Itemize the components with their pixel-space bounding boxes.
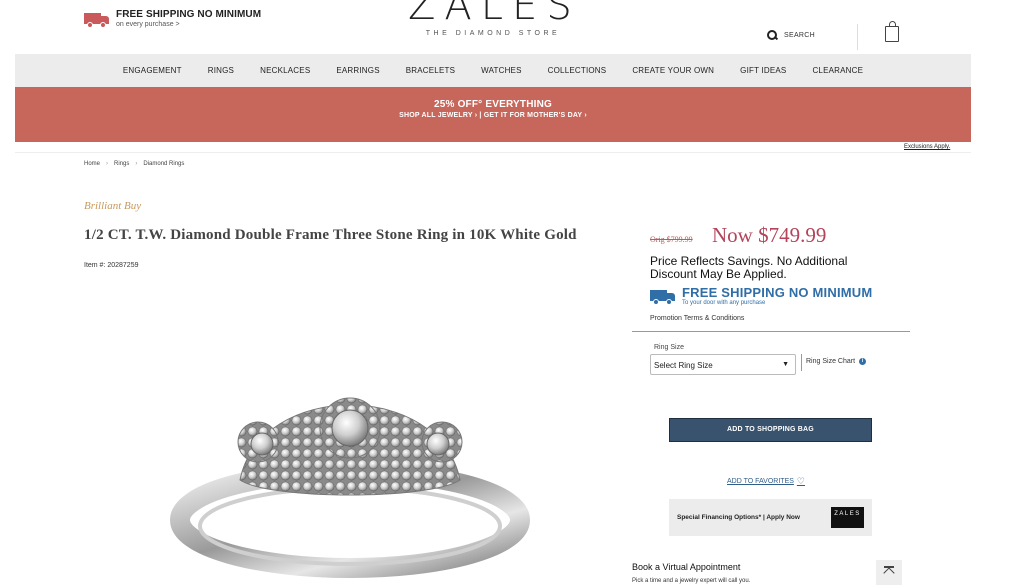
truck-icon bbox=[84, 11, 110, 28]
breadcrumb-separator: › bbox=[135, 161, 138, 167]
financing-text[interactable]: Special Financing Options* | Apply Now bbox=[677, 514, 800, 521]
site-logo[interactable]: ZALES THE DIAMOND STORE bbox=[408, 0, 578, 37]
nav-item-necklaces[interactable]: NECKLACES bbox=[260, 66, 310, 75]
ring-size-chart-label: Ring Size Chart bbox=[806, 358, 856, 365]
financing-card-logo: ZALES bbox=[831, 507, 864, 528]
nav-item-bracelets[interactable]: BRACELETS bbox=[406, 66, 455, 75]
breadcrumb-separator: › bbox=[106, 161, 109, 167]
shipping-promo-title: FREE SHIPPING NO MINIMUM bbox=[116, 9, 262, 20]
logo-wordmark: ZALES bbox=[408, 0, 581, 29]
truck-icon bbox=[650, 288, 676, 305]
header-divider bbox=[857, 24, 858, 50]
product-image-ring[interactable] bbox=[170, 360, 530, 585]
nav-item-gift-ideas[interactable]: GIFT IDEAS bbox=[740, 66, 786, 75]
size-chart-divider bbox=[801, 354, 802, 371]
promo-links[interactable]: SHOP ALL JEWELRY › | GET IT FOR MOTHER'S… bbox=[15, 112, 971, 119]
financing-banner[interactable]: Special Financing Options* | Apply Now Z… bbox=[669, 499, 872, 536]
add-to-bag-button[interactable]: ADD TO SHOPPING BAG bbox=[669, 418, 872, 442]
breadcrumb-diamond-rings[interactable]: Diamond Rings bbox=[143, 161, 184, 167]
nav-item-create-your-own[interactable]: CREATE YOUR OWN bbox=[632, 66, 714, 75]
savings-note: Price Reflects Savings. No Additional Di… bbox=[650, 254, 848, 281]
nav-item-watches[interactable]: WATCHES bbox=[481, 66, 522, 75]
nav-item-clearance[interactable]: CLEARANCE bbox=[812, 66, 863, 75]
shipping-promo-link[interactable]: on every purchase > bbox=[116, 21, 261, 28]
add-to-favorites-link[interactable]: ADD TO FAVORITES ♡ bbox=[727, 476, 805, 487]
financing-logo-word: ZALES bbox=[834, 511, 861, 517]
virtual-appointment-subtitle: Pick a time and a jewelry expert will ca… bbox=[632, 578, 751, 584]
nav-item-collections[interactable]: COLLECTIONS bbox=[548, 66, 607, 75]
main-nav: ENGAGEMENT RINGS NECKLACES EARRINGS BRAC… bbox=[15, 54, 971, 87]
nav-item-rings[interactable]: RINGS bbox=[208, 66, 234, 75]
promo-banner[interactable]: 25% OFF° EVERYTHING SHOP ALL JEWELRY › |… bbox=[15, 87, 971, 142]
header-bottom-divider bbox=[15, 152, 971, 153]
heart-icon: ♡ bbox=[796, 476, 805, 486]
sale-price: Now $749.99 bbox=[712, 223, 827, 247]
nav-item-earrings[interactable]: EARRINGS bbox=[336, 66, 379, 75]
info-icon[interactable]: i bbox=[859, 358, 867, 365]
promotion-terms-link[interactable]: Promotion Terms & Conditions bbox=[650, 315, 744, 322]
item-number: Item #: 20287259 bbox=[84, 262, 139, 269]
ring-size-selected-value: Select Ring Size bbox=[654, 361, 713, 370]
breadcrumb: Home › Rings › Diamond Rings bbox=[84, 161, 184, 167]
pricing-divider bbox=[632, 331, 910, 332]
nav-item-engagement[interactable]: ENGAGEMENT bbox=[123, 66, 182, 75]
search-button[interactable]: SEARCH bbox=[767, 30, 815, 40]
logo-tagline: THE DIAMOND STORE bbox=[425, 30, 561, 37]
free-shipping-subtitle: To your door with any purchase bbox=[682, 300, 766, 306]
ring-size-label: Ring Size bbox=[654, 344, 684, 351]
product-brand: Brilliant Buy bbox=[84, 200, 142, 212]
search-icon bbox=[767, 30, 777, 40]
search-label: SEARCH bbox=[784, 31, 815, 39]
virtual-appointment-title[interactable]: Book a Virtual Appointment bbox=[632, 562, 740, 572]
free-shipping-title: FREE SHIPPING NO MINIMUM bbox=[682, 285, 873, 300]
site-header: FREE SHIPPING NO MINIMUM on every purcha… bbox=[0, 0, 1024, 54]
breadcrumb-rings[interactable]: Rings bbox=[114, 161, 129, 167]
free-shipping-notice: FREE SHIPPING NO MINIMUM To your door wi… bbox=[650, 286, 872, 306]
exclusions-link[interactable]: Exclusions Apply. bbox=[904, 144, 950, 150]
ring-size-chart-link[interactable]: Ring Size Chart i bbox=[806, 358, 867, 365]
ring-size-select[interactable]: Select Ring Size ▼ bbox=[650, 354, 796, 375]
shopping-bag-icon[interactable] bbox=[885, 21, 899, 42]
original-price: Orig $799.99 bbox=[650, 235, 693, 244]
product-title: 1/2 CT. T.W. Diamond Double Frame Three … bbox=[84, 227, 577, 243]
add-to-favorites-label: ADD TO FAVORITES bbox=[727, 478, 794, 485]
breadcrumb-home[interactable]: Home bbox=[84, 161, 100, 167]
promo-title: 25% OFF° EVERYTHING bbox=[433, 99, 552, 110]
dropdown-arrow-icon: ▼ bbox=[782, 361, 789, 368]
back-to-top-button[interactable] bbox=[876, 560, 902, 585]
free-shipping-promo[interactable]: FREE SHIPPING NO MINIMUM on every purcha… bbox=[84, 9, 261, 28]
chevron-up-icon bbox=[883, 567, 895, 579]
